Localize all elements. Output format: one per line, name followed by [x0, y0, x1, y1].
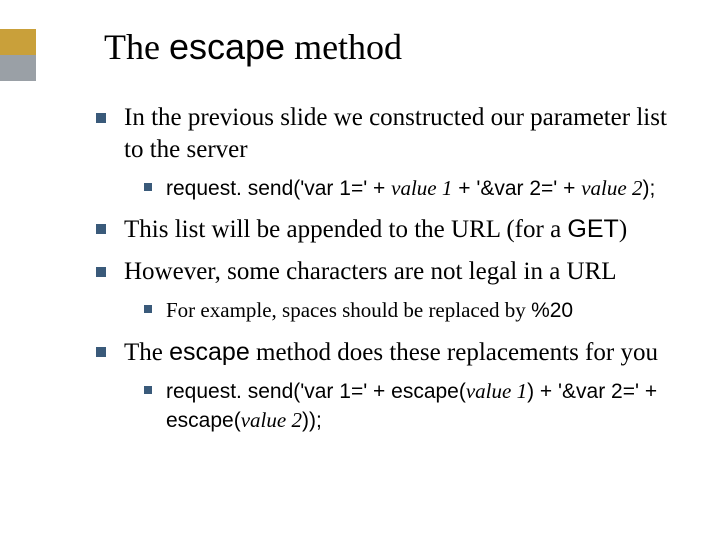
slide-title: The escape method [104, 26, 680, 68]
bullet-1-text: In the previous slide we constructed our… [124, 104, 673, 163]
b1s4: value 2 [581, 176, 642, 200]
b1s3: + '&var 2=' + [452, 177, 581, 200]
bullet-3: However, some characters are not legal i… [96, 256, 680, 325]
b3s1: For example, spaces should be replaced b… [166, 298, 531, 322]
b2t2: GET [567, 215, 618, 243]
bullet-4: The escape method does these replacement… [96, 336, 680, 436]
b1s5: ); [642, 177, 655, 200]
b4s4: value 2 [241, 408, 302, 432]
b1s2: value 1 [391, 176, 452, 200]
bullet-list: In the previous slide we constructed our… [48, 102, 680, 435]
b4t2: escape [169, 338, 250, 366]
bullet-3-text: However, some characters are not legal i… [124, 258, 617, 285]
slide-body: The escape method In the previous slide … [0, 0, 720, 435]
title-accent-bar [0, 29, 36, 81]
b4s1: request. send('var 1=' + escape( [166, 380, 466, 403]
b4t1: The [124, 339, 169, 366]
title-post: method [285, 27, 402, 67]
bullet-1-sub-1: request. send('var 1=' + value 1 + '&var… [144, 174, 680, 203]
bullet-2: This list will be appended to the URL (f… [96, 213, 680, 246]
bullet-3-sub: For example, spaces should be replaced b… [124, 296, 680, 325]
accent-gray [0, 55, 36, 81]
b4s2: value 1 [466, 379, 527, 403]
b2t1: This list will be appended to the URL (f… [124, 216, 567, 243]
b4t3: method does these replacements for you [250, 339, 658, 366]
bullet-1-sub: request. send('var 1=' + value 1 + '&var… [124, 174, 680, 203]
b3s2: %20 [531, 299, 573, 322]
title-pre: The [104, 27, 169, 67]
bullet-4-sub: request. send('var 1=' + escape(value 1)… [124, 377, 680, 436]
b4s5: )); [302, 409, 322, 432]
bullet-1: In the previous slide we constructed our… [96, 102, 680, 203]
bullet-3-sub-1: For example, spaces should be replaced b… [144, 296, 680, 325]
b1s1: request. send('var 1=' + [166, 177, 391, 200]
accent-gold [0, 29, 36, 55]
title-code: escape [169, 26, 285, 67]
b2t3: ) [619, 216, 627, 243]
bullet-4-sub-1: request. send('var 1=' + escape(value 1)… [144, 377, 680, 436]
